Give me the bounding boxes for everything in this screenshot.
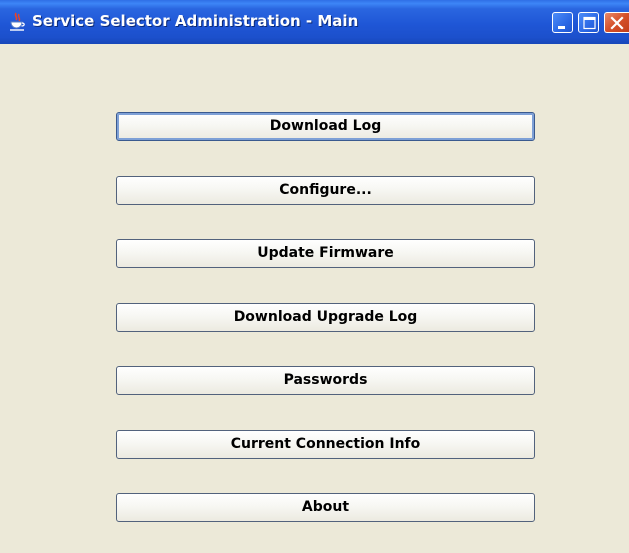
passwords-label: Passwords <box>283 372 368 388</box>
main-panel: Download Log Configure... Update Firmwar… <box>0 44 629 553</box>
current-connection-info-button[interactable]: Current Connection Info <box>116 430 535 459</box>
update-firmware-button[interactable]: Update Firmware <box>116 239 535 268</box>
close-icon <box>610 16 624 30</box>
download-upgrade-log-button[interactable]: Download Upgrade Log <box>116 303 535 332</box>
minimize-button[interactable] <box>552 12 573 33</box>
window-title: Service Selector Administration - Main <box>32 12 359 30</box>
close-button[interactable] <box>604 12 629 33</box>
update-firmware-label: Update Firmware <box>257 245 394 261</box>
java-icon[interactable] <box>8 12 26 32</box>
current-connection-info-label: Current Connection Info <box>230 436 421 452</box>
title-bar[interactable]: Service Selector Administration - Main <box>0 0 629 44</box>
maximize-icon <box>583 16 596 30</box>
download-log-button[interactable]: Download Log <box>116 112 535 141</box>
minimize-icon <box>558 26 565 29</box>
app-window: Service Selector Administration - Main D… <box>0 0 629 553</box>
download-upgrade-log-label: Download Upgrade Log <box>233 309 418 325</box>
about-button[interactable]: About <box>116 493 535 522</box>
about-label: About <box>301 499 350 515</box>
configure-button[interactable]: Configure... <box>116 176 535 205</box>
configure-label: Configure... <box>279 182 372 198</box>
passwords-button[interactable]: Passwords <box>116 366 535 395</box>
maximize-button[interactable] <box>578 12 599 33</box>
download-log-label: Download Log <box>269 118 382 134</box>
